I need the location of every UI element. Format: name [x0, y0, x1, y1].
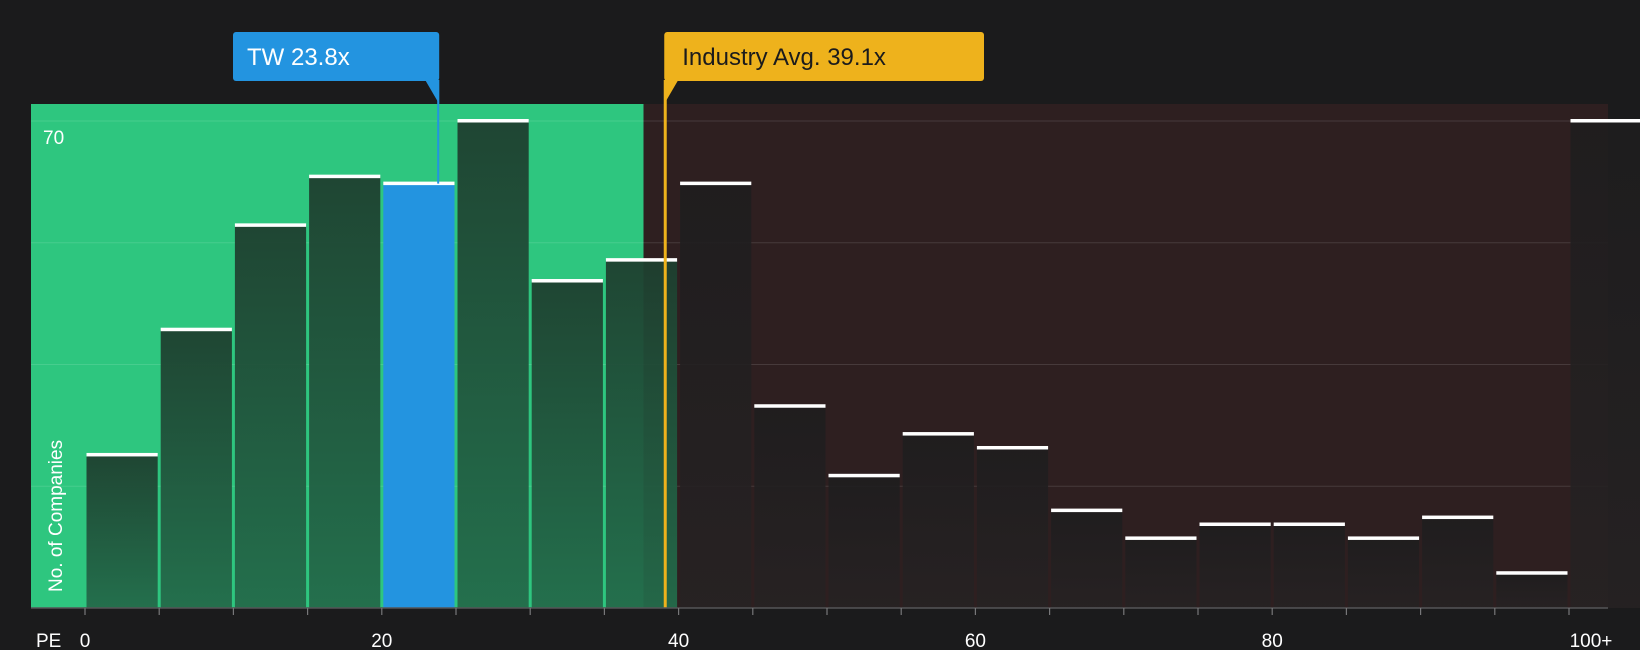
histogram-bar-top: [1125, 536, 1197, 540]
histogram-bar: [1570, 121, 1640, 608]
histogram-bar-top: [86, 452, 158, 457]
histogram-bar-top: [828, 473, 900, 478]
histogram-bar: [160, 329, 232, 608]
histogram-bar-top: [1199, 522, 1271, 527]
histogram-bar: [1273, 524, 1345, 608]
industry-callout: Industry Avg. 39.1x: [664, 32, 984, 104]
histogram-bar: [531, 281, 603, 608]
histogram-bar: [902, 434, 974, 608]
histogram-bar-top: [383, 181, 455, 186]
x-tick-label: 0: [80, 631, 91, 650]
industry-callout-label: Industry Avg. 39.1x: [682, 44, 886, 71]
histogram-bar-top: [1051, 508, 1123, 513]
histogram-bar: [1496, 573, 1568, 608]
histogram-bar: [1199, 524, 1271, 608]
histogram-bar-top: [754, 404, 826, 408]
industry-callout-pointer: [664, 80, 679, 104]
pe-distribution-chart: 0 20 40 60 80 100+ 70 No. of Companies PE TW …: [31, 32, 1640, 650]
histogram-bar-top: [1570, 119, 1640, 123]
histogram-bar: [754, 406, 826, 608]
x-tick-label: 20: [371, 631, 392, 650]
company-callout-label: TW 23.8x: [247, 44, 350, 71]
histogram-bar: [680, 183, 752, 608]
x-axis-title: PE: [36, 631, 61, 650]
histogram-bar-top: [531, 279, 603, 283]
histogram-bar: [1422, 517, 1494, 608]
histogram-bar: [828, 475, 900, 608]
y-axis-title: No. of Companies: [46, 440, 67, 592]
histogram-bar: [234, 225, 307, 608]
histogram-bar: [1125, 538, 1197, 608]
histogram-bar-top: [1273, 522, 1345, 527]
histogram-bar: [309, 176, 381, 608]
x-tick-label: 80: [1262, 631, 1283, 650]
x-tick-label: 60: [965, 631, 986, 650]
company-callout-pointer: [425, 80, 440, 104]
histogram-bar: [976, 447, 1049, 608]
histogram-bar-top: [1422, 515, 1494, 520]
histogram-bar: [1347, 538, 1420, 608]
histogram-bar-top: [160, 327, 232, 332]
histogram-bar-highlighted: [383, 183, 455, 608]
histogram-bar-top: [1496, 571, 1568, 575]
y-tick-label: 70: [43, 128, 64, 149]
x-tick-label: 40: [668, 631, 689, 650]
x-axis: 0 20 40 60 80 100+: [31, 607, 1613, 650]
histogram-bar-top: [1347, 536, 1420, 540]
company-callout: TW 23.8x: [233, 32, 440, 104]
histogram-bar-top: [680, 181, 752, 186]
histogram-bar-top: [234, 223, 307, 227]
histogram-bar: [1051, 510, 1123, 608]
histogram-bar-top: [309, 174, 381, 179]
histogram-bar-top: [457, 119, 529, 123]
histogram-bar-top: [976, 445, 1049, 450]
histogram-bar: [457, 121, 529, 608]
histogram-bar-top: [902, 432, 974, 436]
histogram-bar: [86, 454, 158, 608]
x-tick-label: 100+: [1570, 631, 1613, 650]
